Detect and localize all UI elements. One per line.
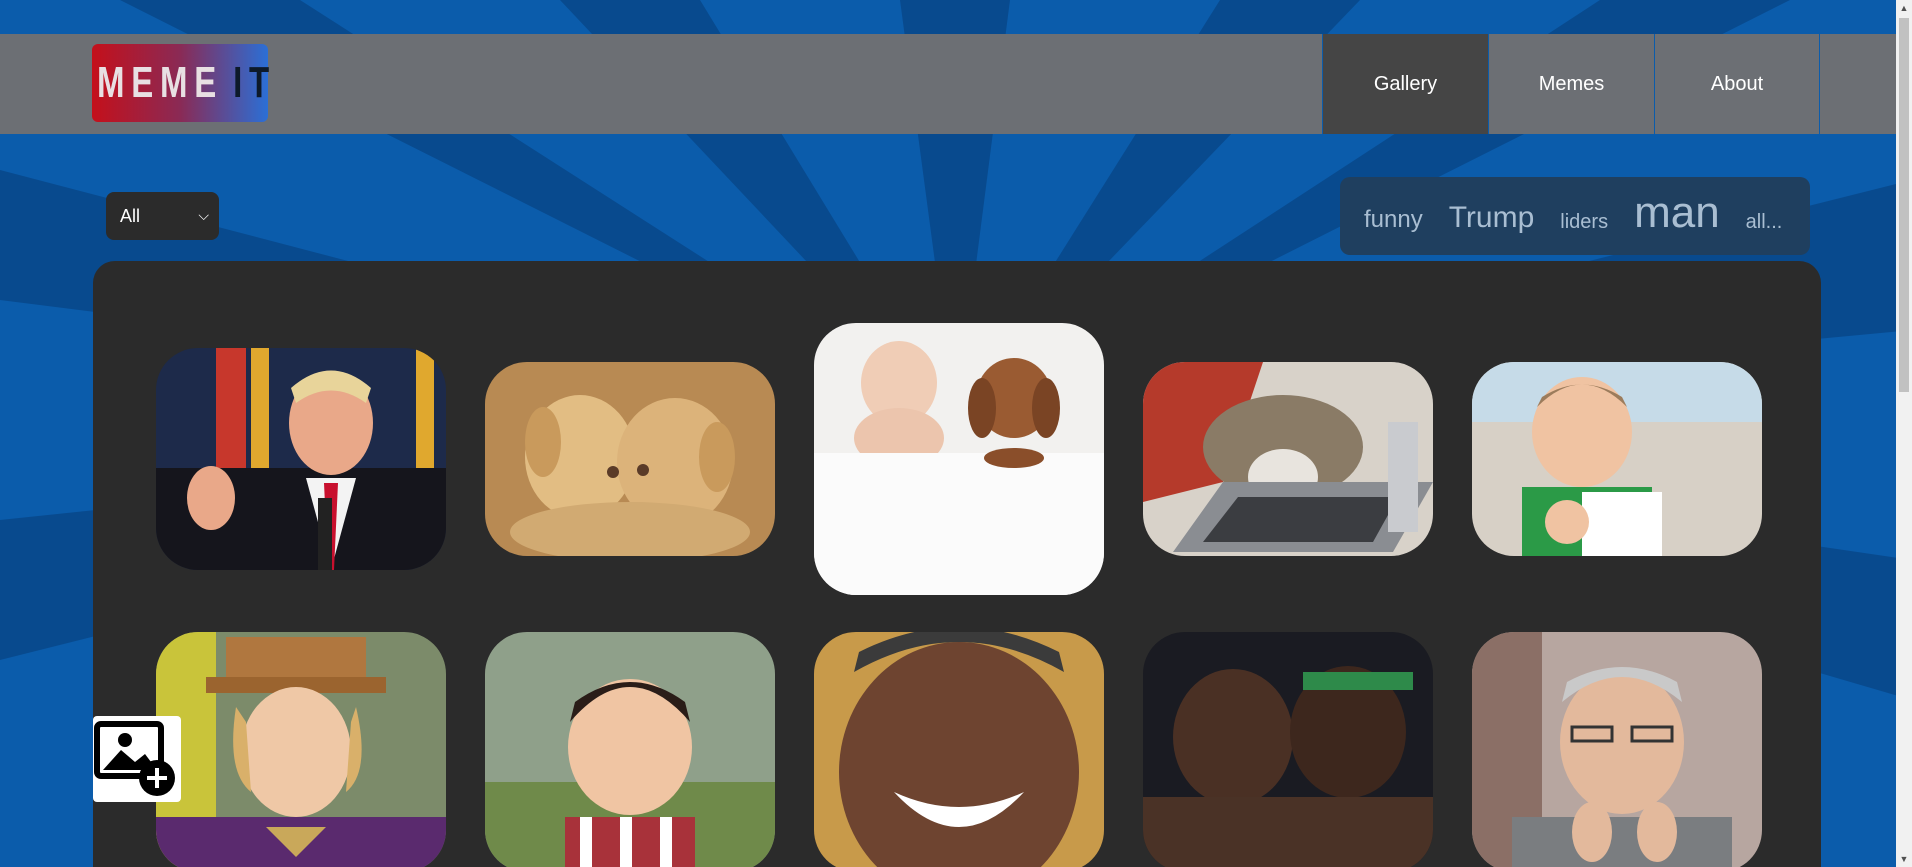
- add-image-icon: [94, 721, 175, 796]
- top-header: MEME IT Gallery Memes About: [0, 34, 1896, 134]
- scrollbar-thumb[interactable]: [1899, 18, 1909, 392]
- add-meme-button[interactable]: [93, 716, 181, 802]
- nav-gallery[interactable]: Gallery: [1322, 34, 1488, 134]
- main-nav: Gallery Memes About: [1322, 34, 1820, 134]
- nav-about[interactable]: About: [1654, 34, 1820, 134]
- filter-selected-value: All: [120, 205, 141, 226]
- meme-image-willy-wonka[interactable]: [156, 632, 446, 867]
- tag-cloud: funny Trump liders man all...: [1340, 177, 1810, 255]
- meme-image-man-pointing[interactable]: [1472, 632, 1762, 867]
- chevron-down-icon: ⌵: [198, 207, 209, 223]
- meme-image-evil-toddler[interactable]: [485, 632, 775, 867]
- meme-it-logo[interactable]: MEME IT: [92, 44, 270, 122]
- logo-text-it: IT: [233, 58, 277, 107]
- tag-liders[interactable]: liders: [1560, 211, 1608, 234]
- category-filter-select[interactable]: All ⌵: [106, 192, 219, 240]
- meme-image-trump[interactable]: [156, 348, 446, 570]
- meme-image-success-kid[interactable]: [1472, 362, 1762, 556]
- tag-funny[interactable]: funny: [1364, 206, 1423, 234]
- meme-image-puppies[interactable]: [485, 362, 775, 556]
- scroll-up-icon[interactable]: ▲: [1896, 0, 1912, 16]
- nav-memes[interactable]: Memes: [1488, 34, 1654, 134]
- meme-image-cat-laptop[interactable]: [1143, 362, 1433, 556]
- meme-image-obama[interactable]: [814, 632, 1104, 867]
- meme-image-baby-puppy[interactable]: [814, 323, 1104, 595]
- scroll-down-icon[interactable]: ▼: [1896, 851, 1912, 867]
- tag-trump[interactable]: Trump: [1449, 201, 1535, 235]
- meme-image-basketball-kiss[interactable]: [1143, 632, 1433, 867]
- tag-all[interactable]: all...: [1746, 211, 1783, 234]
- logo-text-meme: MEME: [97, 58, 224, 107]
- page-scrollbar[interactable]: ▲ ▼: [1896, 0, 1912, 867]
- tag-man[interactable]: man: [1634, 188, 1720, 238]
- meme-gallery: [93, 261, 1821, 867]
